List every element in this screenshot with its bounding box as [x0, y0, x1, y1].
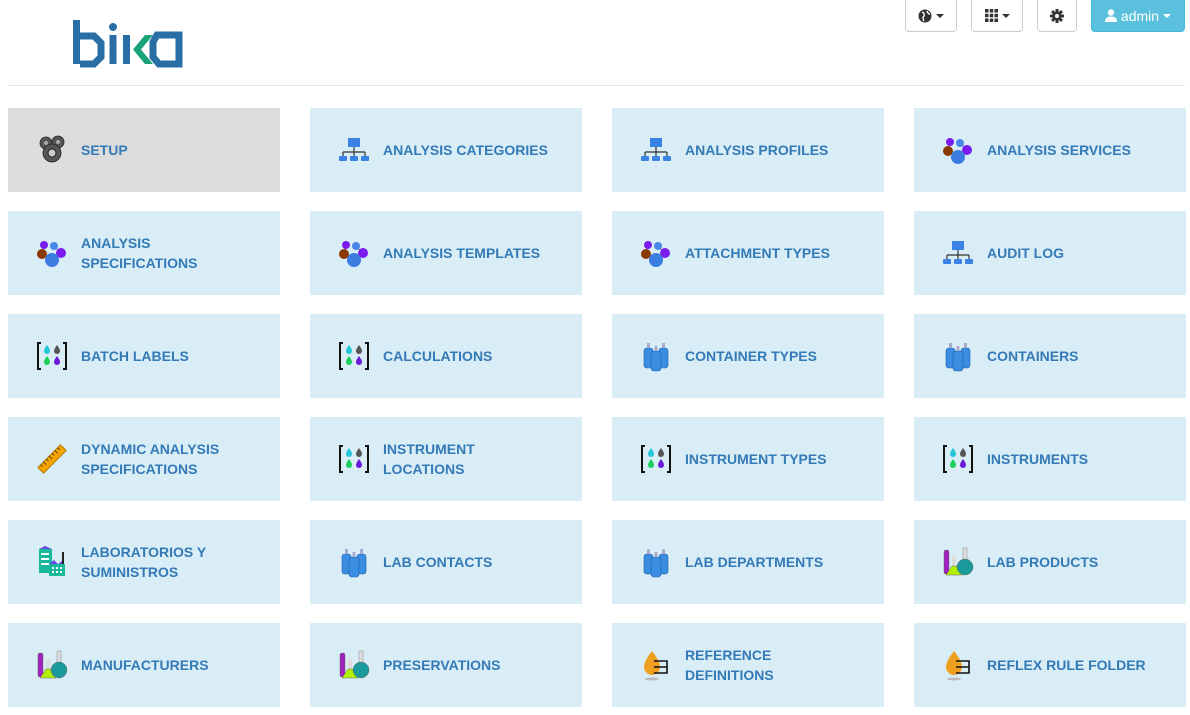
- bottles-icon: [942, 340, 974, 372]
- tile-analysis-categories[interactable]: Analysis Categories: [310, 108, 582, 192]
- tile-label: Reference Definitions: [685, 647, 774, 683]
- tile-label: Analysis Profiles: [685, 142, 829, 158]
- setup-tiles-grid: Setup Analysis Categories Analysis Profile…: [8, 108, 1186, 707]
- tile-label: Analysis Templates: [383, 245, 541, 261]
- flasks-icon: [942, 546, 974, 578]
- ruler-icon: [36, 443, 68, 475]
- tile-label: Attachment Types: [685, 245, 830, 261]
- tile-preservations[interactable]: Preservations: [310, 623, 582, 707]
- tile-lab-departments[interactable]: Lab Departments: [612, 520, 884, 604]
- tile-label: Analysis Services: [987, 142, 1131, 158]
- hierarchy-icon: [942, 237, 974, 269]
- drops-bracket-icon: [640, 443, 672, 475]
- tile-label: Analysis Specifications: [81, 235, 198, 271]
- tile-label: Instrument Locations: [383, 441, 475, 477]
- gear-icon: [1050, 8, 1064, 23]
- tile-container-types[interactable]: Container Types: [612, 314, 884, 398]
- tile-label: Containers: [987, 348, 1079, 364]
- user-name: admin: [1120, 7, 1160, 24]
- user-icon: [1104, 9, 1117, 22]
- drops-bracket-icon: [942, 443, 974, 475]
- tile-analysis-templates[interactable]: Analysis Templates: [310, 211, 582, 295]
- tile-analysis-specifications[interactable]: Analysis Specifications: [8, 211, 280, 295]
- tile-containers[interactable]: Containers: [914, 314, 1186, 398]
- tile-label: Setup: [81, 142, 128, 158]
- tile-label: Calculations: [383, 348, 493, 364]
- top-nav-buttons: admin: [905, 0, 1185, 32]
- tile-label: Instrument Types: [685, 451, 827, 467]
- drops-bracket-icon: [338, 340, 370, 372]
- tile-analysis-profiles[interactable]: Analysis Profiles: [612, 108, 884, 192]
- tile-label: Audit Log: [987, 245, 1064, 261]
- drops-bracket-icon: [36, 340, 68, 372]
- caret-down-icon: [1163, 13, 1172, 18]
- tile-label: Dynamic Analysis Specifications: [81, 441, 220, 477]
- apps-button[interactable]: [971, 0, 1023, 32]
- hierarchy-icon: [640, 134, 672, 166]
- caret-down-icon: [936, 13, 944, 18]
- tile-label: Instruments: [987, 451, 1089, 467]
- tile-label: Reflex Rule Folder: [987, 657, 1146, 673]
- tile-analysis-services[interactable]: Analysis Services: [914, 108, 1186, 192]
- settings-button[interactable]: [1037, 0, 1077, 32]
- tile-instruments[interactable]: Instruments: [914, 417, 1186, 501]
- tile-label: Manufacturers: [81, 657, 209, 673]
- tile-label: Batch Labels: [81, 348, 189, 364]
- bottles-icon: [640, 546, 672, 578]
- tile-label: Lab Products: [987, 554, 1099, 570]
- user-menu-button[interactable]: admin: [1091, 0, 1185, 32]
- bottles-icon: [640, 340, 672, 372]
- tile-manufacturers[interactable]: Manufacturers: [8, 623, 280, 707]
- tile-batch-labels[interactable]: Batch Labels: [8, 314, 280, 398]
- drop-form-icon: [942, 649, 974, 681]
- caret-down-icon: [1001, 13, 1010, 18]
- tile-instrument-types[interactable]: Instrument Types: [612, 417, 884, 501]
- flasks-icon: [338, 649, 370, 681]
- tile-label: Analysis Categories: [383, 142, 548, 158]
- tile-lab-products[interactable]: Lab Products: [914, 520, 1186, 604]
- tile-audit-log[interactable]: Audit Log: [914, 211, 1186, 295]
- molecule-icon: [640, 237, 672, 269]
- bika-logo[interactable]: [73, 18, 185, 68]
- tile-laboratorios-y-suministros[interactable]: Laboratorios y Suministros: [8, 520, 280, 604]
- tile-label: Lab Contacts: [383, 554, 493, 570]
- flasks-icon: [36, 649, 68, 681]
- grid-icon: [984, 9, 998, 22]
- molecule-icon: [36, 237, 68, 269]
- hierarchy-icon: [338, 134, 370, 166]
- language-button[interactable]: [905, 0, 957, 32]
- molecule-icon: [942, 134, 974, 166]
- gears-icon: [36, 134, 68, 166]
- drop-form-icon: [640, 649, 672, 681]
- globe-icon: [918, 9, 932, 22]
- tile-dynamic-analysis-specifications[interactable]: Dynamic Analysis Specifications: [8, 417, 280, 501]
- tile-setup[interactable]: Setup: [8, 108, 280, 192]
- header: admin: [8, 0, 1185, 86]
- tile-reflex-rule-folder[interactable]: Reflex Rule Folder: [914, 623, 1186, 707]
- drops-bracket-icon: [338, 443, 370, 475]
- tile-label: Laboratorios y Suministros: [81, 544, 206, 580]
- tile-lab-contacts[interactable]: Lab Contacts: [310, 520, 582, 604]
- tile-attachment-types[interactable]: Attachment Types: [612, 211, 884, 295]
- factory-icon: [36, 546, 68, 578]
- tile-calculations[interactable]: Calculations: [310, 314, 582, 398]
- bottles-icon: [338, 546, 370, 578]
- tile-instrument-locations[interactable]: Instrument Locations: [310, 417, 582, 501]
- tile-label: Container Types: [685, 348, 817, 364]
- tile-label: Lab Departments: [685, 554, 824, 570]
- molecule-icon: [338, 237, 370, 269]
- tile-reference-definitions[interactable]: Reference Definitions: [612, 623, 884, 707]
- tile-label: Preservations: [383, 657, 501, 673]
